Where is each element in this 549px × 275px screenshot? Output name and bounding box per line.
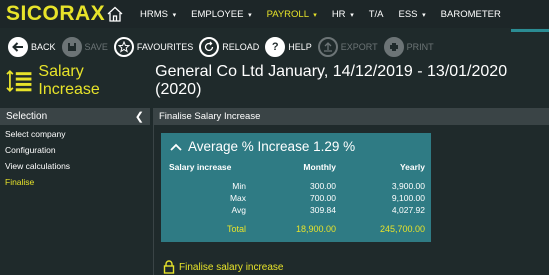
finalise-button[interactable]: Finalise salary increase: [163, 260, 284, 274]
panel-divider: [153, 108, 154, 275]
nav-item-ta[interactable]: T/A: [369, 9, 384, 20]
chevron-up-icon: [170, 143, 182, 151]
favourites-button[interactable]: FAVOURITES: [113, 37, 193, 57]
table-row: Min 300.00 3,900.00: [232, 181, 425, 191]
sort-list-icon: [6, 69, 32, 93]
sidebar-header: Selection ❮: [0, 108, 150, 125]
reload-button[interactable]: RELOAD: [199, 37, 259, 57]
sidebar-item-finalise[interactable]: Finalise: [0, 176, 150, 192]
export-icon: [317, 37, 338, 57]
nav-item-barometer[interactable]: BAROMETER: [441, 9, 501, 20]
top-nav: SICORAX HRMS ▾ EMPLOYEE ▾ PAYROLL ▾ HR ▾…: [0, 0, 549, 28]
arrow-left-icon: [8, 37, 28, 57]
summary-card: Average % Increase 1.29 % Salary increas…: [161, 133, 431, 242]
save-button[interactable]: SAVE: [61, 37, 108, 57]
export-button[interactable]: EXPORT: [317, 37, 378, 57]
page-title-row: Salary Increase General Co Ltd January, …: [0, 63, 549, 98]
app-logo: SICORAX: [6, 2, 106, 25]
save-icon: [61, 37, 82, 57]
toolbar: BACK SAVE FAVOURITES RELOAD ? HELP EXPOR…: [0, 32, 549, 62]
sidebar-item-select-company[interactable]: Select company: [0, 128, 150, 144]
help-button[interactable]: ? HELP: [265, 37, 312, 57]
nav-item-employee[interactable]: EMPLOYEE ▾: [191, 9, 251, 20]
page-subtitle: General Co Ltd January, 14/12/2019 - 13/…: [155, 63, 508, 98]
lock-icon: [163, 260, 175, 274]
print-icon: [383, 37, 404, 57]
sidebar-item-configuration[interactable]: Configuration: [0, 144, 150, 160]
main-menu: HRMS ▾ EMPLOYEE ▾ PAYROLL ▾ HR ▾ T/A ESS…: [140, 9, 516, 20]
table-total-row: Total 18,900.00 245,700.00: [226, 224, 425, 234]
table-header: Salary increase Monthly Yearly: [169, 162, 425, 172]
sidebar: Select company Configuration View calcul…: [0, 128, 150, 192]
table-row: Avg 309.84 4,027.92: [231, 205, 426, 215]
reload-icon: [199, 37, 220, 57]
card-title[interactable]: Average % Increase 1.29 %: [170, 139, 355, 154]
back-button[interactable]: BACK: [8, 37, 56, 57]
nav-item-ess[interactable]: ESS ▾: [398, 9, 425, 20]
question-icon: ?: [265, 37, 286, 57]
section-header: Finalise Salary Increase: [154, 108, 549, 125]
table-row: Max 700.00 9,100.00: [229, 193, 425, 203]
nav-item-hrms[interactable]: HRMS ▾: [140, 9, 176, 20]
nav-item-hr[interactable]: HR ▾: [332, 9, 354, 20]
star-icon: [113, 37, 134, 57]
sidebar-item-view-calculations[interactable]: View calculations: [0, 160, 150, 176]
chevron-left-icon[interactable]: ❮: [135, 110, 144, 123]
page-title: Salary Increase: [38, 63, 100, 98]
nav-item-payroll[interactable]: PAYROLL ▾: [267, 9, 317, 20]
print-button[interactable]: PRINT: [383, 37, 434, 57]
home-icon[interactable]: [104, 3, 126, 25]
